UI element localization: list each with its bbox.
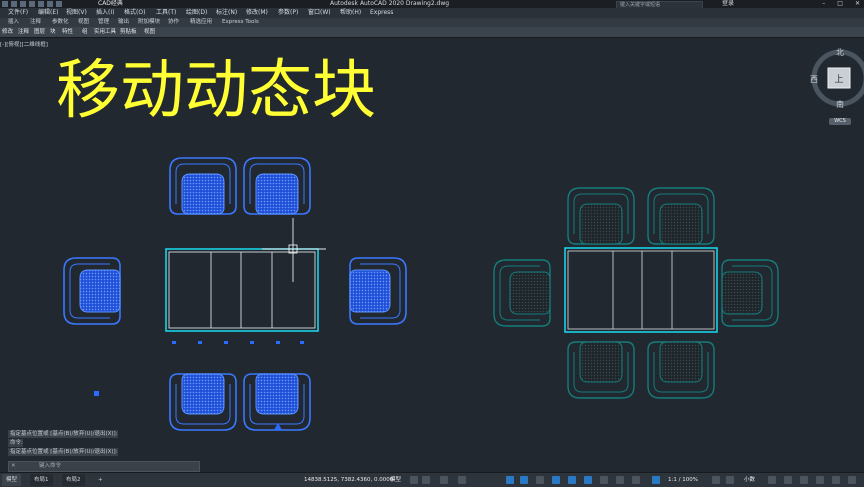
ortho-icon[interactable]: [440, 476, 448, 484]
status-bar: 模型 布局1 布局2 + 14838.5125, 7382.4360, 0.00…: [0, 472, 864, 487]
table-outline-original[interactable]: [564, 247, 718, 333]
viewcube[interactable]: 上 北 南 西: [810, 48, 864, 109]
transparency-icon[interactable]: [552, 476, 560, 484]
chair-bottom-left-original[interactable]: [567, 341, 635, 399]
customization-menu-icon[interactable]: [848, 476, 856, 484]
command-history-line: 指定基点位置或 [基点(B)/放弃(U)/退出(X)]:: [8, 448, 118, 456]
compass-west[interactable]: 西: [810, 75, 818, 84]
chair-bottom-right[interactable]: [243, 373, 311, 431]
annotation-scale[interactable]: 1:1 / 100%: [668, 473, 698, 487]
annotation-monitor-icon[interactable]: [726, 476, 734, 484]
chair-top-left[interactable]: [169, 157, 237, 215]
command-input[interactable]: 键入命令: [39, 462, 61, 471]
add-layout-button[interactable]: +: [94, 474, 107, 486]
chair-bottom-right-original[interactable]: [647, 341, 715, 399]
command-history-line: 命令:: [8, 439, 23, 447]
tab-layout1[interactable]: 布局1: [30, 474, 53, 486]
polar-icon[interactable]: [458, 476, 466, 484]
chair-right[interactable]: [349, 257, 407, 325]
gizmo-icon[interactable]: [632, 476, 640, 484]
quick-properties-icon[interactable]: [768, 476, 776, 484]
chair-left-original[interactable]: [493, 259, 551, 327]
chair-top-left-original[interactable]: [567, 187, 635, 245]
selection-filter-icon[interactable]: [616, 476, 624, 484]
overlay-title: 移动动态块: [56, 54, 376, 128]
chair-right-original[interactable]: [721, 259, 779, 327]
snap-icon[interactable]: [422, 476, 430, 484]
lineweight-icon[interactable]: [536, 476, 544, 484]
units-readout[interactable]: 小数: [744, 473, 755, 487]
workspace-icon[interactable]: [712, 476, 720, 484]
coordinate-readout[interactable]: 14838.5125, 7382.4360, 0.0000: [304, 473, 393, 487]
isolate-objects-icon[interactable]: [800, 476, 808, 484]
close-icon[interactable]: ✕: [11, 462, 16, 471]
table-outline[interactable]: [165, 248, 319, 332]
lock-ui-icon[interactable]: [784, 476, 792, 484]
chair-left[interactable]: [63, 257, 121, 325]
command-line[interactable]: ✕ 键入命令: [8, 461, 200, 472]
compass-south[interactable]: 南: [836, 99, 844, 109]
object-snap-icon[interactable]: [506, 476, 514, 484]
svg-text:上: 上: [834, 74, 843, 85]
model-space-toggle[interactable]: 模型: [390, 473, 401, 487]
wcs-menu[interactable]: WCS: [829, 118, 851, 125]
dynamic-ucs-icon[interactable]: [600, 476, 608, 484]
tab-model[interactable]: 模型: [2, 474, 22, 486]
dining-set-original[interactable]: [493, 187, 779, 399]
compass-north[interactable]: 北: [836, 48, 844, 57]
osnap-tracking-icon[interactable]: [520, 476, 528, 484]
3d-osnap-icon[interactable]: [584, 476, 592, 484]
grid-icon[interactable]: [410, 476, 418, 484]
command-history: 指定基点位置或 [基点(B)/放弃(U)/退出(X)]: 命令: 指定基点位置或…: [8, 430, 148, 457]
chair-top-right[interactable]: [243, 157, 311, 215]
chair-bottom-left[interactable]: [169, 373, 237, 431]
dining-set-selected[interactable]: [63, 157, 407, 431]
chair-top-right-original[interactable]: [647, 187, 715, 245]
tab-layout2[interactable]: 布局2: [62, 474, 85, 486]
annotation-visibility-icon[interactable]: [652, 476, 660, 484]
drawing-canvas[interactable]: 移动动态块 上 北 南 西: [0, 0, 864, 486]
clean-screen-icon[interactable]: [832, 476, 840, 484]
selection-cycling-icon[interactable]: [568, 476, 576, 484]
hardware-acceleration-icon[interactable]: [816, 476, 824, 484]
command-history-line: 指定基点位置或 [基点(B)/放弃(U)/退出(X)]:: [8, 430, 118, 438]
